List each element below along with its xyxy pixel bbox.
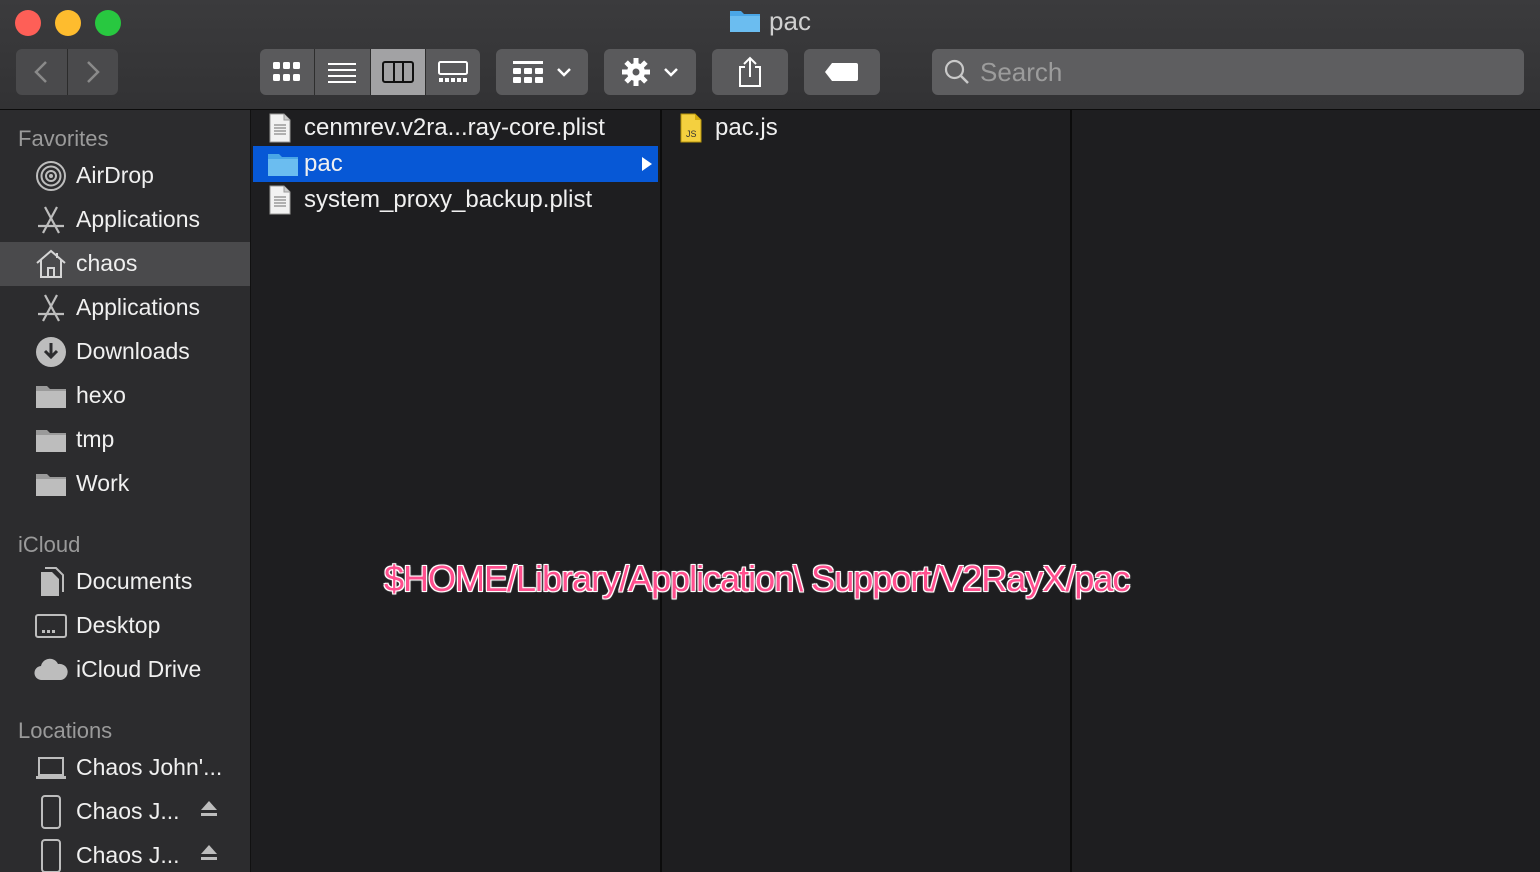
sidebar-section-icloud: iCloud <box>18 532 81 557</box>
forward-button[interactable] <box>66 49 119 95</box>
path-annotation: $HOME/Library/Application\ Support/V2Ray… <box>384 558 1130 599</box>
chevron-down-icon <box>664 68 678 77</box>
sidebar-item-label: Chaos J... <box>76 798 180 824</box>
back-button[interactable] <box>16 49 67 95</box>
sidebar-item-label: hexo <box>76 382 126 408</box>
gear-icon <box>622 58 650 86</box>
share-icon <box>739 56 761 87</box>
sidebar-item-documents[interactable]: Documents <box>0 560 250 604</box>
icon-grid-icon <box>273 62 301 81</box>
phone-icon <box>34 795 68 829</box>
folder-icon <box>34 381 68 411</box>
sidebar-section-locations: Locations <box>18 718 113 743</box>
sidebar-item-hexo[interactable]: hexo <box>0 374 250 418</box>
folder-name: pac <box>304 150 343 177</box>
home-icon <box>34 249 68 279</box>
sidebar-item-label: iCloud Drive <box>76 656 202 682</box>
folder-icon <box>34 469 68 499</box>
eject-icon[interactable] <box>198 842 220 869</box>
search-field[interactable] <box>932 49 1524 95</box>
file-name: system_proxy_backup.plist <box>304 186 593 213</box>
folder-icon <box>34 425 68 455</box>
sidebar-item-label: Chaos John'... <box>76 754 223 780</box>
sidebar-item-airdrop[interactable]: AirDrop <box>0 154 250 198</box>
list-view-button[interactable] <box>314 49 369 95</box>
sidebar-item-desktop[interactable]: Desktop <box>0 604 250 648</box>
js-file-icon: JS <box>678 113 708 143</box>
file-row[interactable]: system_proxy_backup.plist <box>253 182 658 218</box>
eject-icon[interactable] <box>198 798 220 825</box>
disclosure-arrow-icon <box>640 155 654 178</box>
cloud-icon <box>34 655 68 685</box>
sidebar-item-label: Chaos J... <box>76 842 180 868</box>
file-name: cenmrev.v2ra...ray-core.plist <box>304 114 605 141</box>
browser-column-1: cenmrev.v2ra...ray-core.plist pac system… <box>251 110 662 872</box>
plist-file-icon <box>267 185 297 215</box>
sidebar-item-label: Desktop <box>76 612 161 638</box>
sidebar-item-label: Work <box>76 470 130 496</box>
search-icon <box>944 59 969 84</box>
sidebar-item-chaos[interactable]: chaos <box>0 242 250 286</box>
toolbar: pac <box>0 0 1540 110</box>
sidebar-item-iphone-1[interactable]: Chaos J... <box>0 790 250 834</box>
sidebar-item-label: Applications <box>76 206 201 232</box>
browser-column-3 <box>1072 110 1540 872</box>
group-by-button[interactable] <box>496 49 588 95</box>
downloads-icon <box>34 337 68 367</box>
sidebar-item-label: tmp <box>76 426 115 452</box>
sidebar-item-applications[interactable]: Applications <box>0 198 250 242</box>
documents-icon <box>34 567 68 597</box>
view-mode-selector <box>260 49 480 95</box>
plist-file-icon <box>267 113 297 143</box>
sidebar-item-downloads[interactable]: Downloads <box>0 330 250 374</box>
sidebar-section-favorites: Favorites <box>18 126 109 151</box>
phone-icon <box>34 839 68 872</box>
sidebar-item-label: Documents <box>76 568 193 594</box>
sidebar-item-iphone-2[interactable]: Chaos J... <box>0 834 250 872</box>
gallery-view-button[interactable] <box>424 49 480 95</box>
tag-icon <box>825 63 858 81</box>
sidebar-item-label: Applications <box>76 294 201 320</box>
sidebar-item-icloud-drive[interactable]: iCloud Drive <box>0 648 250 692</box>
window-title: pac <box>0 6 1540 40</box>
share-button[interactable] <box>712 49 788 95</box>
window-title-text: pac <box>769 6 811 36</box>
folder-row[interactable]: pac <box>253 146 658 182</box>
sidebar: Favorites AirDrop Applications chaos App… <box>0 110 251 872</box>
sidebar-item-macbook[interactable]: Chaos John'... <box>0 746 250 790</box>
svg-text:JS: JS <box>686 129 697 139</box>
applications-icon <box>34 205 68 235</box>
column-view-button[interactable] <box>369 49 425 95</box>
list-icon <box>328 63 357 83</box>
file-row[interactable]: JS pac.js <box>664 110 1069 146</box>
sidebar-item-label: Downloads <box>76 338 190 364</box>
icon-view-button[interactable] <box>260 49 314 95</box>
sidebar-item-tmp[interactable]: tmp <box>0 418 250 462</box>
finder-window: pac Search Favorites AirDrop Application… <box>0 0 1540 872</box>
search-input[interactable] <box>978 55 1502 89</box>
file-name: pac.js <box>715 114 778 141</box>
chevron-right-icon <box>86 61 100 83</box>
chevron-down-icon <box>557 68 571 77</box>
sidebar-item-label: AirDrop <box>76 162 154 188</box>
sidebar-item-label: chaos <box>76 250 138 276</box>
columns-icon <box>381 61 414 83</box>
sidebar-item-work[interactable]: Work <box>0 462 250 506</box>
file-row[interactable]: cenmrev.v2ra...ray-core.plist <box>253 110 658 146</box>
folder-icon <box>729 7 761 40</box>
navigation-buttons <box>16 49 118 95</box>
chevron-left-icon <box>34 61 48 83</box>
sidebar-item-applications-2[interactable]: Applications <box>0 286 250 330</box>
laptop-icon <box>34 753 68 783</box>
group-grid-icon <box>513 61 543 83</box>
gallery-icon <box>437 61 468 82</box>
browser-column-2: JS pac.js <box>662 110 1072 872</box>
airdrop-icon <box>34 161 68 191</box>
desktop-icon <box>34 611 68 641</box>
folder-icon <box>267 149 298 179</box>
applications-icon <box>34 293 68 323</box>
action-menu-button[interactable] <box>604 49 696 95</box>
tags-button[interactable] <box>804 49 880 95</box>
